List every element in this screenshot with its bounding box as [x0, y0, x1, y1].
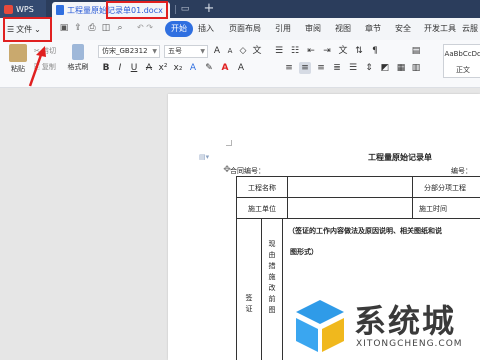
content-instruction-line2: 图形式）: [290, 247, 318, 256]
italic-button[interactable]: I: [114, 62, 126, 74]
menu-bar: ☰ 文件 ⌄ ▣ ⇪ ⎙ ◫ ⌕ ↶ ↷ 开始 插入 页面布局 引用 审阅 视图…: [0, 18, 480, 40]
font-name-select[interactable]: 仿宋_GB2312 ▼: [98, 45, 160, 58]
undo-redo-group[interactable]: ↶ ↷: [137, 23, 157, 34]
distribute-icon[interactable]: ☰: [347, 62, 359, 74]
watermark-logo: 系统城 XITONGCHENG.COM: [290, 296, 480, 360]
new-tab-button[interactable]: +: [203, 2, 215, 16]
shrink-font-icon[interactable]: A: [224, 45, 236, 57]
sort-icon[interactable]: ⇅: [353, 45, 365, 57]
line-spacing-icon[interactable]: ⇕: [363, 62, 375, 74]
menu-references[interactable]: 引用: [275, 21, 291, 37]
print-icon[interactable]: ⎙: [86, 22, 98, 35]
contract-number-label: 合同编号：: [230, 167, 265, 175]
print-preview-icon[interactable]: ◫: [100, 22, 112, 35]
highlight-icon[interactable]: ✎: [203, 62, 215, 74]
font-effect-icon[interactable]: A: [187, 62, 199, 74]
phonetic-icon[interactable]: 文: [251, 45, 263, 57]
show-marks-icon[interactable]: ¶: [369, 45, 381, 57]
font-size-select[interactable]: 五号 ▼: [164, 45, 208, 58]
close-tab-icon[interactable]: ▭: [180, 3, 190, 15]
paragraph-settings-icon[interactable]: ▥: [410, 62, 422, 74]
contractor-label: 施工单位: [248, 205, 276, 213]
watermark-text: 系统城: [354, 302, 457, 340]
export-icon[interactable]: ⇪: [72, 22, 84, 35]
increase-indent-icon[interactable]: ⇥: [321, 45, 333, 57]
menu-developer-tools[interactable]: 开发工具: [424, 21, 456, 37]
menu-page-layout[interactable]: 页面布局: [229, 21, 261, 37]
format-painter-label: 格式刷: [67, 63, 89, 71]
sub-project-label: 分部分项工程: [424, 184, 466, 192]
visa-vertical-label: 签证: [245, 294, 253, 316]
font-name-value: 仿宋_GB2312: [102, 47, 148, 55]
record-number-label: 编号：: [451, 167, 472, 175]
contractor-value-cell[interactable]: [287, 197, 413, 219]
align-center-icon[interactable]: ≡: [299, 62, 311, 74]
wps-home-tab[interactable]: WPS: [0, 0, 46, 18]
margin-corner-mark: [226, 140, 232, 146]
bold-button[interactable]: B: [100, 62, 112, 74]
watermark-url: XITONGCHENG.COM: [356, 339, 463, 349]
content-instruction-line1: （签证的工作内容做法及原因说明、相关图纸和说: [288, 226, 442, 235]
tab-divider: [175, 5, 176, 14]
char-border-icon[interactable]: A: [235, 62, 247, 74]
menu-chapters[interactable]: 章节: [365, 21, 381, 37]
table-icon[interactable]: ▤: [410, 45, 422, 57]
align-right-icon[interactable]: ≡: [315, 62, 327, 74]
chevron-down-icon: ▼: [152, 48, 157, 55]
justify-icon[interactable]: ≣: [331, 62, 343, 74]
project-name-value-cell[interactable]: [287, 176, 413, 198]
paste-label: 粘贴: [11, 65, 25, 73]
table-cell[interactable]: [236, 218, 262, 360]
save-icon[interactable]: ▣: [58, 22, 70, 35]
construction-time-label: 施工时间: [419, 205, 447, 213]
font-size-value: 五号: [168, 47, 182, 55]
wps-home-tab-label: WPS: [16, 4, 34, 14]
ribbon-toolbar: 粘贴 ✂ 剪切 ⎘ 复制 格式刷 仿宋_GB2312 ▼ 五号 ▼ A A ◇ …: [0, 40, 480, 88]
reason-vertical-label: 现由措施改前图: [268, 240, 276, 317]
chinese-layout-icon[interactable]: 文: [337, 45, 349, 57]
menu-start[interactable]: 开始: [165, 21, 193, 37]
style-preview-text: AaBbCcDd: [444, 50, 480, 58]
title-bar: WPS 工程量原始记录单01.docx ▭ +: [0, 0, 480, 18]
strikethrough-button[interactable]: A: [143, 62, 155, 74]
menu-security[interactable]: 安全: [395, 21, 411, 37]
superscript-icon[interactable]: x²: [157, 62, 169, 74]
project-name-label: 工程名称: [248, 184, 276, 192]
align-left-icon[interactable]: ≡: [283, 62, 295, 74]
decrease-indent-icon[interactable]: ⇤: [305, 45, 317, 57]
find-icon[interactable]: ⌕: [114, 22, 126, 35]
format-painter-button[interactable]: 格式刷: [64, 44, 92, 72]
clipboard-icon: [9, 44, 27, 62]
numbered-list-icon[interactable]: ☷: [289, 45, 301, 57]
wps-logo-icon: [4, 4, 13, 14]
annotation-arrow: [28, 46, 46, 87]
underline-button[interactable]: U: [128, 62, 140, 74]
annotation-box-document-tab: [106, 1, 168, 19]
document-title: 工程量原始记录单: [368, 152, 432, 162]
subscript-icon[interactable]: x₂: [172, 62, 184, 74]
borders-icon[interactable]: ▦: [395, 62, 407, 74]
style-name-label: 正文: [456, 66, 470, 74]
chevron-down-icon: ▼: [200, 48, 205, 55]
shading-icon[interactable]: ◩: [379, 62, 391, 74]
grow-font-icon[interactable]: A: [211, 45, 223, 57]
font-color-icon[interactable]: A: [219, 62, 231, 74]
watermark-logo-icon: [296, 300, 344, 352]
clear-format-icon[interactable]: ◇: [237, 45, 249, 57]
menu-cloud[interactable]: 云服: [462, 21, 478, 37]
bullet-list-icon[interactable]: ☰: [273, 45, 285, 57]
brush-icon: [72, 44, 84, 60]
menu-insert[interactable]: 插入: [198, 21, 214, 37]
menu-view[interactable]: 视图: [335, 21, 351, 37]
word-document-icon: [56, 5, 64, 15]
style-normal-preview[interactable]: AaBbCcDd 正文: [443, 44, 480, 78]
annotation-box-file-menu: [3, 17, 52, 42]
paragraph-handle-icon[interactable]: ▤▾: [199, 153, 211, 162]
menu-review[interactable]: 审阅: [305, 21, 321, 37]
